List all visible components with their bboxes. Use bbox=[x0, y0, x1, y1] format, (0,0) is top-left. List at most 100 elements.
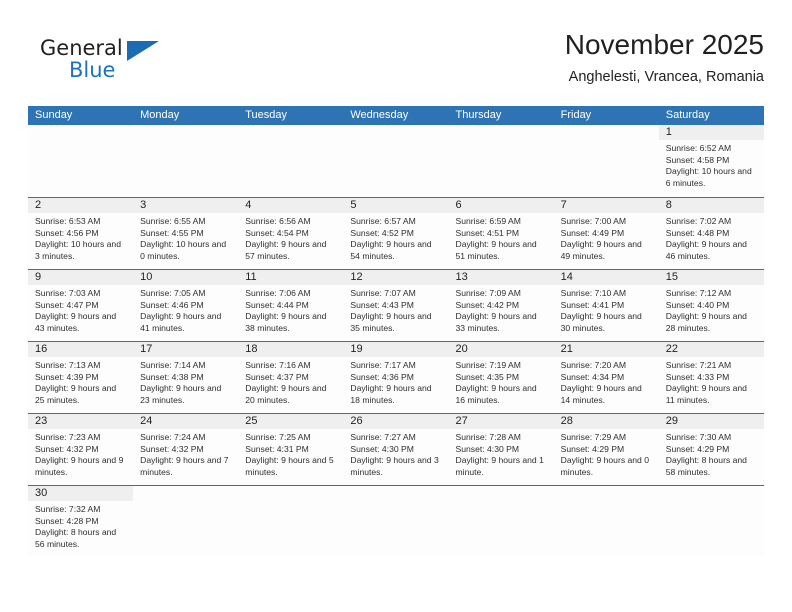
sunrise-text: Sunrise: 7:00 AM bbox=[560, 216, 627, 226]
sunrise-text: Sunrise: 7:03 AM bbox=[35, 288, 101, 298]
calendar-day-cell[interactable]: 29 Sunrise: 7:30 AM Sunset: 4:29 PM Dayligh… bbox=[658, 414, 764, 485]
daylight-text: Daylight: 9 hours and 54 minutes. bbox=[350, 239, 432, 261]
day-number-band: 6 bbox=[448, 198, 554, 213]
calendar-day-cell[interactable]: 26 Sunrise: 7:27 AM Sunset: 4:30 PM Dayligh… bbox=[343, 414, 449, 485]
calendar-day-cell[interactable]: 21 Sunrise: 7:20 AM Sunset: 4:34 PM Dayligh… bbox=[553, 342, 659, 413]
sunset-text: Sunset: 4:54 PM bbox=[245, 227, 309, 238]
day-sun-info: Sunrise: 7:12 AM Sunset: 4:40 PM Daylight:… bbox=[659, 285, 764, 334]
day-number: 13 bbox=[455, 271, 468, 283]
sunset-text: Sunset: 4:32 PM bbox=[35, 443, 99, 454]
calendar-table: Sunday Monday Tuesday Wednesday Thursday Frid… bbox=[28, 106, 764, 557]
calendar-page: General Blue November 2025 Anghelesti, V… bbox=[0, 0, 792, 612]
sunrise-text: Sunrise: 7:21 AM bbox=[665, 360, 732, 370]
day-sun-info: Sunrise: 7:29 AM Sunset: 4:29 PM Daylight:… bbox=[554, 429, 659, 478]
sunrise-text: Sunrise: 7:12 AM bbox=[665, 288, 732, 298]
calendar-day-cell[interactable]: 14 Sunrise: 7:10 AM Sunset: 4:41 PM Dayligh… bbox=[553, 270, 659, 341]
day-sun-info: Sunrise: 7:13 AM Sunset: 4:39 PM Daylight:… bbox=[28, 357, 133, 406]
calendar-day-cell[interactable]: 18 Sunrise: 7:16 AM Sunset: 4:37 PM Dayligh… bbox=[238, 342, 344, 413]
calendar-week-row: 9 Sunrise: 7:03 AM Sunset: 4:47 PM Daylight… bbox=[28, 269, 764, 341]
calendar-day-cell[interactable]: 23 Sunrise: 7:23 AM Sunset: 4:32 PM Dayligh… bbox=[28, 414, 134, 485]
calendar-day-cell[interactable]: 28 Sunrise: 7:29 AM Sunset: 4:29 PM Dayligh… bbox=[553, 414, 659, 485]
calendar-day-cell[interactable]: 24 Sunrise: 7:24 AM Sunset: 4:32 PM Dayligh… bbox=[133, 414, 239, 485]
calendar-day-cell[interactable]: 17 Sunrise: 7:14 AM Sunset: 4:38 PM Dayligh… bbox=[133, 342, 239, 413]
calendar-day-cell[interactable]: 3 Sunrise: 6:55 AM Sunset: 4:55 PM Daylight… bbox=[133, 198, 239, 269]
sunrise-text: Sunrise: 7:10 AM bbox=[560, 288, 627, 298]
calendar-day-cell-empty bbox=[133, 486, 239, 557]
calendar-day-cell-empty bbox=[448, 125, 554, 197]
page-subtitle: Anghelesti, Vrancea, Romania bbox=[568, 69, 764, 85]
sunset-text: Sunset: 4:39 PM bbox=[35, 371, 99, 382]
day-sun-info: Sunrise: 7:23 AM Sunset: 4:32 PM Daylight:… bbox=[28, 429, 133, 478]
day-number: 7 bbox=[560, 199, 567, 211]
calendar-day-cell[interactable]: 1 Sunrise: 6:52 AM Sunset: 4:58 PM Daylight… bbox=[658, 125, 764, 197]
calendar-day-cell[interactable]: 22 Sunrise: 7:21 AM Sunset: 4:33 PM Dayligh… bbox=[658, 342, 764, 413]
day-number: 29 bbox=[665, 415, 678, 427]
calendar-day-cell[interactable]: 4 Sunrise: 6:56 AM Sunset: 4:54 PM Daylight… bbox=[238, 198, 344, 269]
calendar-day-cell-empty bbox=[553, 125, 659, 197]
sunset-text: Sunset: 4:29 PM bbox=[560, 443, 625, 454]
day-number-band: 18 bbox=[238, 342, 344, 357]
daylight-text: Daylight: 9 hours and 35 minutes. bbox=[350, 311, 432, 333]
calendar-day-cell[interactable]: 7 Sunrise: 7:00 AM Sunset: 4:49 PM Daylight… bbox=[553, 198, 659, 269]
sunrise-text: Sunrise: 7:25 AM bbox=[245, 432, 311, 442]
day-number-band: 25 bbox=[238, 414, 344, 429]
day-sun-info: Sunrise: 7:30 AM Sunset: 4:29 PM Daylight:… bbox=[659, 429, 764, 478]
weekday-header-tuesday: Tuesday bbox=[245, 109, 288, 121]
day-number: 18 bbox=[245, 343, 258, 355]
daylight-text: Daylight: 9 hours and 46 minutes. bbox=[665, 239, 747, 261]
calendar-day-cell-empty bbox=[343, 486, 449, 557]
general-blue-logo[interactable]: General Blue bbox=[40, 36, 220, 92]
day-sun-info: Sunrise: 7:20 AM Sunset: 4:34 PM Daylight:… bbox=[554, 357, 659, 406]
day-number-band: 21 bbox=[553, 342, 659, 357]
sunset-text: Sunset: 4:31 PM bbox=[245, 443, 309, 454]
sunset-text: Sunset: 4:42 PM bbox=[455, 299, 520, 310]
calendar-day-cell[interactable]: 9 Sunrise: 7:03 AM Sunset: 4:47 PM Daylight… bbox=[28, 270, 134, 341]
day-number: 4 bbox=[245, 199, 252, 211]
day-number-band: 11 bbox=[238, 270, 344, 285]
day-number-band: 30 bbox=[28, 486, 134, 501]
calendar-day-cell[interactable]: 13 Sunrise: 7:09 AM Sunset: 4:42 PM Dayligh… bbox=[448, 270, 554, 341]
weekday-header-friday: Friday bbox=[560, 109, 592, 121]
day-number-band: 16 bbox=[28, 342, 134, 357]
calendar-day-cell[interactable]: 8 Sunrise: 7:02 AM Sunset: 4:48 PM Daylight… bbox=[658, 198, 764, 269]
daylight-text: Daylight: 9 hours and 30 minutes. bbox=[560, 311, 642, 333]
calendar-day-cell[interactable]: 6 Sunrise: 6:59 AM Sunset: 4:51 PM Daylight… bbox=[448, 198, 554, 269]
daylight-text: Daylight: 9 hours and 18 minutes. bbox=[350, 383, 432, 405]
sunrise-text: Sunrise: 6:59 AM bbox=[455, 216, 521, 226]
day-number-band: 19 bbox=[343, 342, 449, 357]
day-number-band: 13 bbox=[448, 270, 554, 285]
calendar-day-cell[interactable]: 30 Sunrise: 7:32 AM Sunset: 4:28 PM Dayligh… bbox=[28, 486, 134, 557]
daylight-text: Daylight: 8 hours and 56 minutes. bbox=[35, 527, 117, 549]
sunset-text: Sunset: 4:33 PM bbox=[665, 371, 730, 382]
daylight-text: Daylight: 9 hours and 1 minute. bbox=[455, 455, 544, 477]
sunset-text: Sunset: 4:36 PM bbox=[350, 371, 414, 382]
weekday-header-wednesday: Wednesday bbox=[350, 109, 409, 121]
calendar-day-cell[interactable]: 10 Sunrise: 7:05 AM Sunset: 4:46 PM Dayligh… bbox=[133, 270, 239, 341]
sunset-text: Sunset: 4:32 PM bbox=[140, 443, 204, 454]
calendar-day-cell-empty bbox=[448, 486, 554, 557]
sunrise-text: Sunrise: 7:30 AM bbox=[665, 432, 732, 442]
day-number-band: 15 bbox=[658, 270, 764, 285]
day-number: 6 bbox=[455, 199, 462, 211]
calendar-day-cell[interactable]: 12 Sunrise: 7:07 AM Sunset: 4:43 PM Dayligh… bbox=[343, 270, 449, 341]
sunrise-text: Sunrise: 7:05 AM bbox=[140, 288, 206, 298]
calendar-day-cell[interactable]: 15 Sunrise: 7:12 AM Sunset: 4:40 PM Dayligh… bbox=[658, 270, 764, 341]
page-header: General Blue November 2025 Anghelesti, V… bbox=[28, 28, 764, 96]
calendar-day-cell-empty bbox=[343, 125, 449, 197]
day-sun-info: Sunrise: 7:32 AM Sunset: 4:28 PM Daylight:… bbox=[28, 501, 133, 550]
calendar-day-cell[interactable]: 16 Sunrise: 7:13 AM Sunset: 4:39 PM Dayligh… bbox=[28, 342, 134, 413]
sunset-text: Sunset: 4:49 PM bbox=[560, 227, 625, 238]
daylight-text: Daylight: 9 hours and 5 minutes. bbox=[245, 455, 334, 477]
calendar-day-cell[interactable]: 19 Sunrise: 7:17 AM Sunset: 4:36 PM Dayligh… bbox=[343, 342, 449, 413]
day-sun-info: Sunrise: 7:25 AM Sunset: 4:31 PM Daylight:… bbox=[238, 429, 343, 478]
calendar-day-cell[interactable]: 2 Sunrise: 6:53 AM Sunset: 4:56 PM Daylight… bbox=[28, 198, 134, 269]
daylight-text: Daylight: 9 hours and 14 minutes. bbox=[560, 383, 642, 405]
calendar-day-cell[interactable]: 27 Sunrise: 7:28 AM Sunset: 4:30 PM Dayligh… bbox=[448, 414, 554, 485]
weekday-header-sunday: Sunday bbox=[35, 109, 73, 121]
calendar-day-cell[interactable]: 11 Sunrise: 7:06 AM Sunset: 4:44 PM Dayligh… bbox=[238, 270, 344, 341]
calendar-day-cell[interactable]: 20 Sunrise: 7:19 AM Sunset: 4:35 PM Dayligh… bbox=[448, 342, 554, 413]
day-number-band: 8 bbox=[658, 198, 764, 213]
calendar-week-row: 23 Sunrise: 7:23 AM Sunset: 4:32 PM Dayligh… bbox=[28, 413, 764, 485]
calendar-day-cell[interactable]: 25 Sunrise: 7:25 AM Sunset: 4:31 PM Dayligh… bbox=[238, 414, 344, 485]
calendar-day-cell[interactable]: 5 Sunrise: 6:57 AM Sunset: 4:52 PM Daylight… bbox=[343, 198, 449, 269]
